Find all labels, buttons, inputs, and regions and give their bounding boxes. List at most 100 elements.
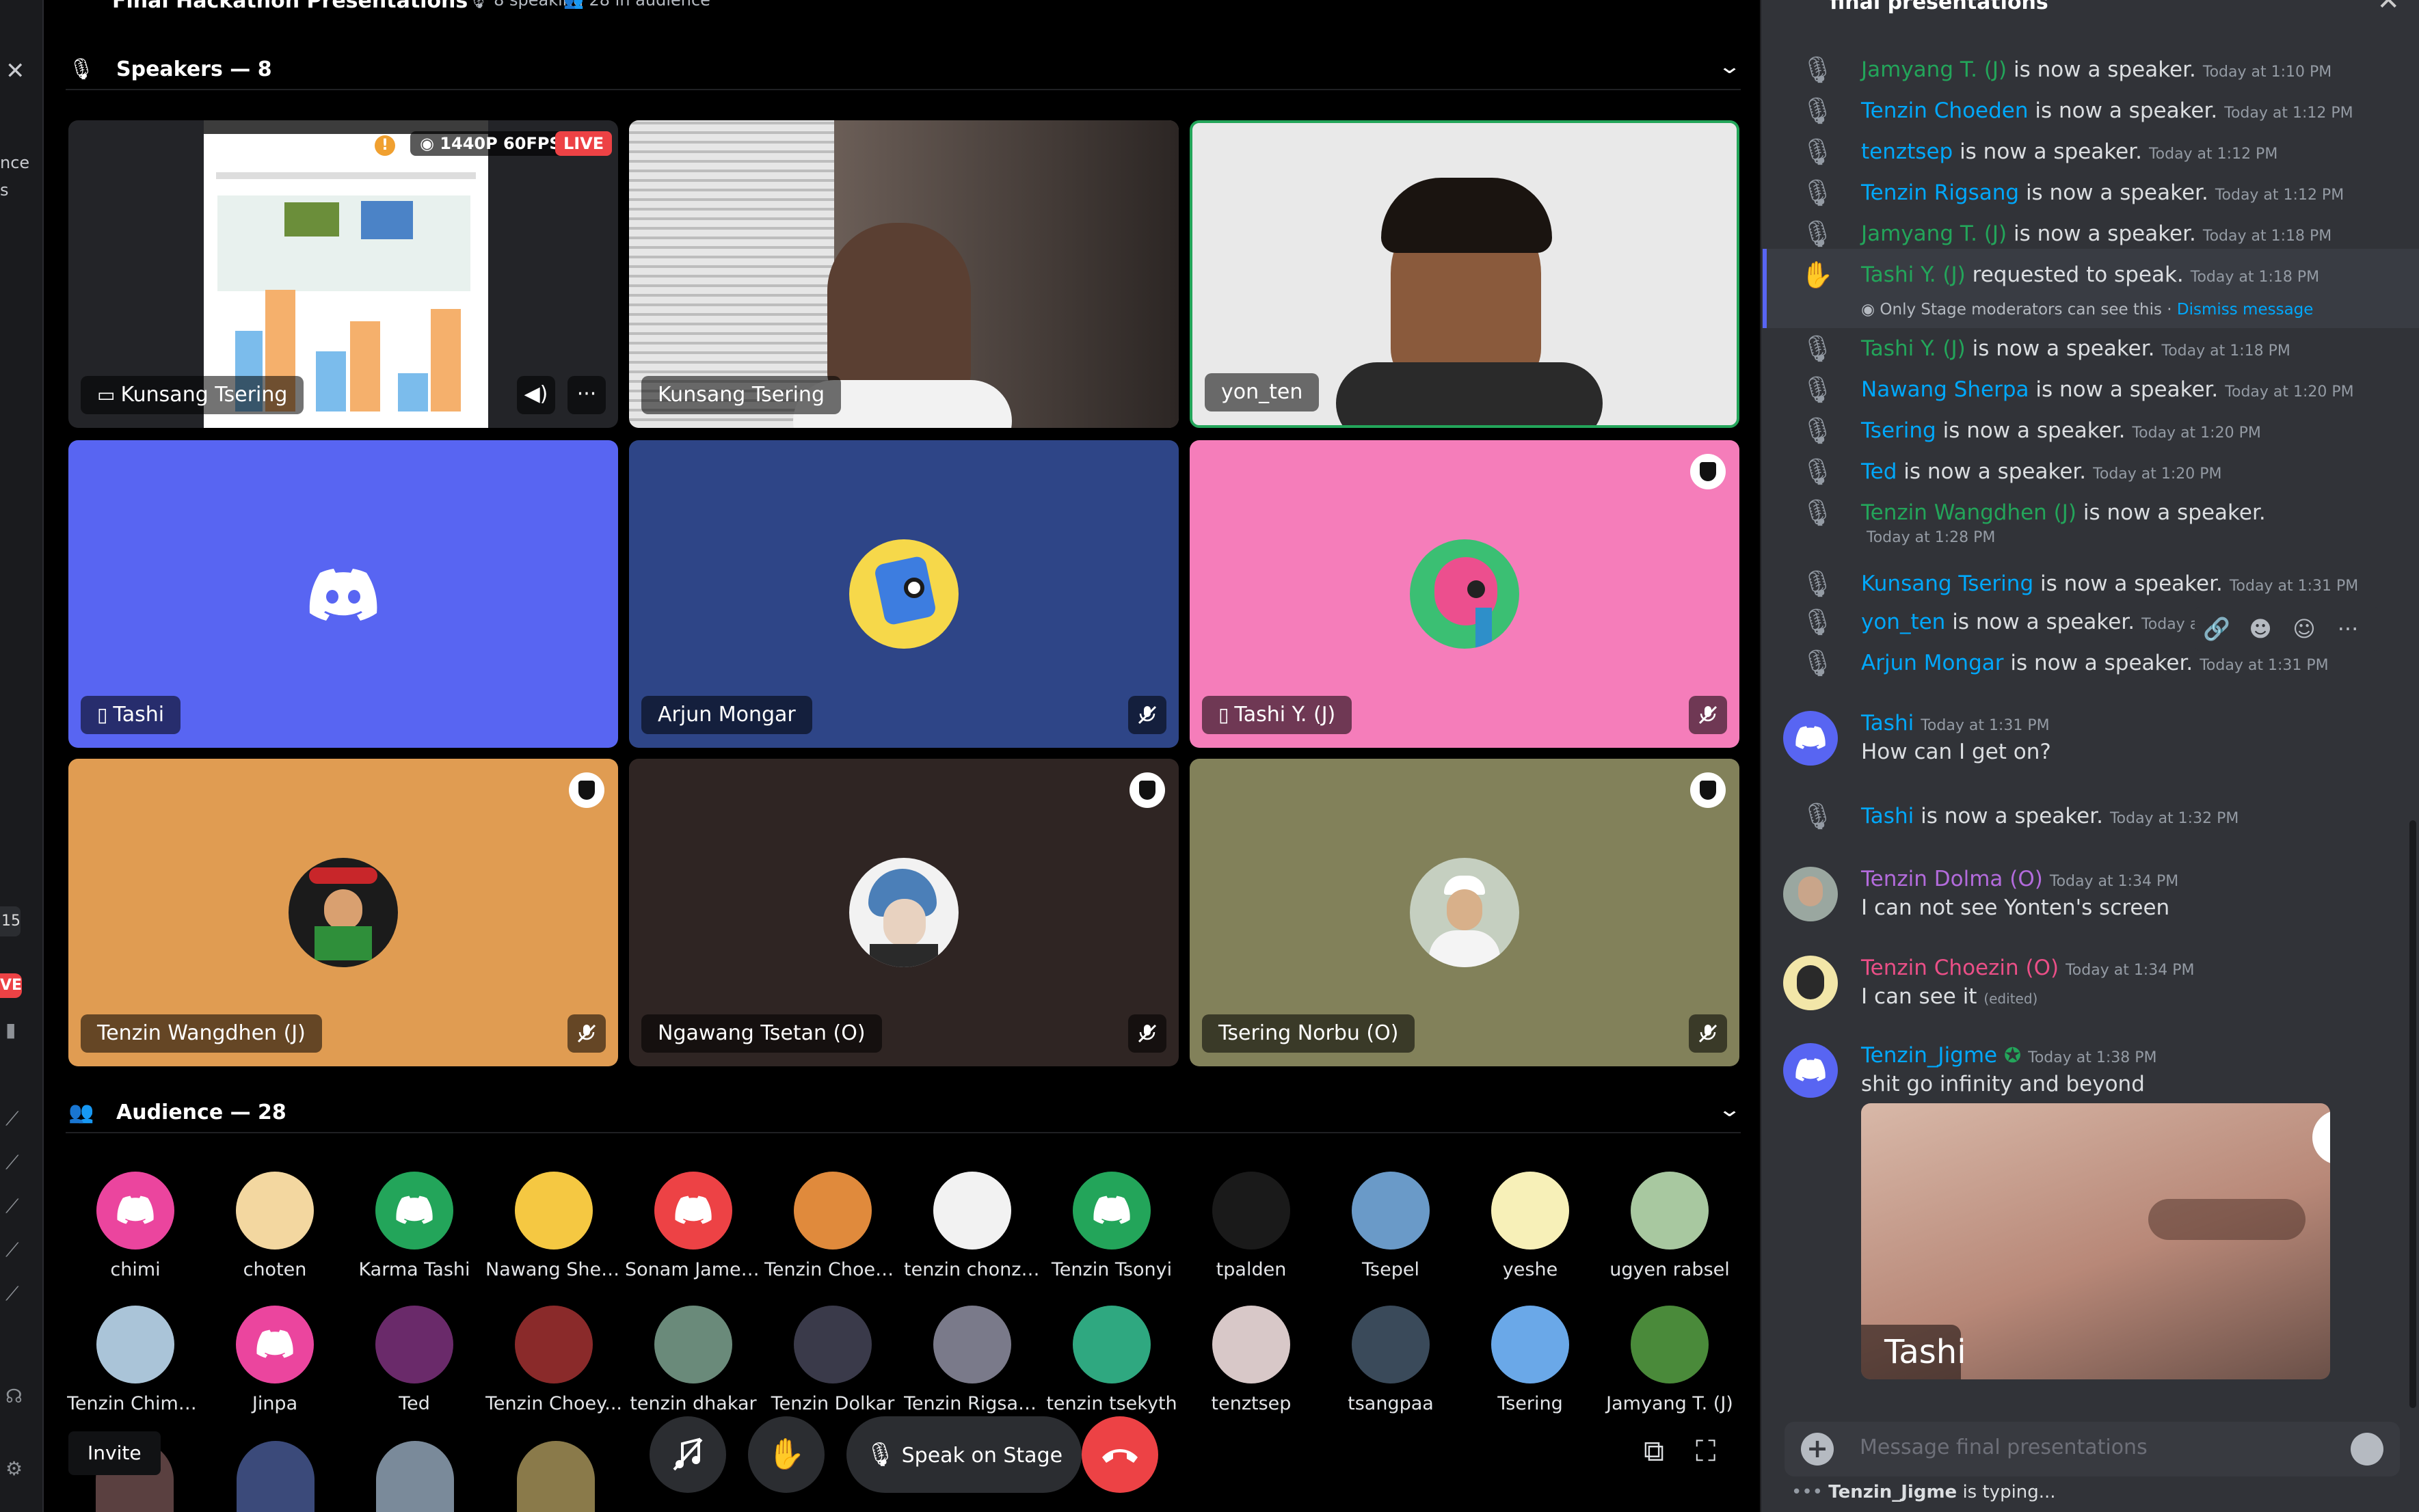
audience-member-name: tenzin chonzom xyxy=(904,1259,1041,1280)
audience-member[interactable]: Ted xyxy=(346,1306,483,1414)
chevron-down-icon[interactable]: ⌄ xyxy=(1718,55,1741,79)
audience-member[interactable]: Sonam James... xyxy=(625,1172,762,1280)
rail-text: nce s xyxy=(0,153,30,200)
screen-share-icon: ▭ xyxy=(97,383,116,406)
link-icon[interactable]: 🔗 xyxy=(2195,607,2238,651)
audience-member[interactable]: tenzin chonzom xyxy=(904,1172,1041,1280)
add-attachment-icon[interactable]: + xyxy=(1801,1433,1834,1466)
audience-member[interactable]: Tsering xyxy=(1462,1306,1599,1414)
close-icon[interactable]: ✕ xyxy=(2377,0,2400,14)
speaker-tile-tashi-y[interactable]: ▯ Tashi Y. (J) xyxy=(1190,440,1739,748)
avatar xyxy=(1410,539,1519,649)
speaker-tile-video[interactable]: Kunsang Tsering xyxy=(629,120,1179,428)
audience-count: 👥 28 in audience xyxy=(563,0,710,10)
mic-muted-icon[interactable]: ⟋ xyxy=(5,1282,19,1306)
raise-hand-button[interactable]: ✋ xyxy=(748,1416,825,1493)
audience-member-name: Tsering xyxy=(1497,1393,1563,1414)
speak-on-stage-button[interactable]: 🎙 Speak on Stage xyxy=(846,1416,1082,1493)
audience-member[interactable]: Tenzin Choey... xyxy=(485,1306,622,1414)
speakers-section-header[interactable]: 🎙 Speakers — 8 ⌄ xyxy=(66,49,1741,90)
speaker-tile-screenshare[interactable]: ! ◉ 1440P 60FPS LIVE ▭ Kunsang Tsering ◀)… xyxy=(68,120,618,428)
speaker-tile-tenzin-wangdhen[interactable]: Tenzin Wangdhen (J) xyxy=(68,759,618,1066)
mic-muted-icon xyxy=(567,1014,606,1053)
fullscreen-icon[interactable]: ⛶ xyxy=(1696,1434,1715,1468)
speaker-nametag: ▯ Tashi xyxy=(81,696,181,734)
audience-member[interactable]: Tenzin Tsonyi xyxy=(1043,1172,1180,1280)
close-icon[interactable]: ✕ xyxy=(5,57,25,85)
audience-section-header[interactable]: 👥 Audience — 28 ⌄ xyxy=(66,1092,1741,1133)
mic-muted-icon xyxy=(1689,1014,1727,1053)
person-video xyxy=(827,223,971,401)
audience-member[interactable]: Jinpa xyxy=(206,1306,343,1414)
camera-icon[interactable]: ▮ xyxy=(5,1018,16,1041)
speaker-tile-tsering-norbu[interactable]: Tsering Norbu (O) xyxy=(1190,759,1739,1066)
audience-member[interactable]: Tenzin Chime... xyxy=(67,1306,204,1414)
audience-member-name: Sonam James... xyxy=(625,1259,762,1280)
audience-member[interactable]: Karma Tashi xyxy=(346,1172,483,1280)
speaker-nametag: ▯ Tashi Y. (J) xyxy=(1202,696,1352,734)
audience-member[interactable]: tpalden xyxy=(1183,1172,1320,1280)
audience-member-name: Tsepel xyxy=(1362,1259,1419,1280)
audience-member[interactable]: tenzin dhakar xyxy=(625,1306,762,1414)
more-options-icon[interactable]: ··· xyxy=(2326,607,2370,651)
popout-icon[interactable]: ⧉ xyxy=(1644,1434,1664,1468)
audience-member[interactable]: Tenzin Dolkar xyxy=(764,1306,901,1414)
mic-muted-icon[interactable]: ⟋ xyxy=(5,1151,19,1174)
audience-member-name: tsangpaa xyxy=(1348,1393,1434,1414)
leave-stage-button[interactable] xyxy=(1082,1416,1158,1493)
audience-member[interactable]: Nawang Sherpa xyxy=(485,1172,622,1280)
add-reaction-icon[interactable]: ☻ xyxy=(2238,607,2282,651)
audience-member[interactable]: tenzin tsekyth xyxy=(1043,1306,1180,1414)
emoji-icon[interactable] xyxy=(2351,1433,2383,1466)
audience-member[interactable]: tenztsep xyxy=(1183,1306,1320,1414)
stage-speaker-icon: 🎙 xyxy=(1801,137,1834,167)
raise-hand-icon: ✋ xyxy=(1801,260,1834,290)
audience-member-name: Jinpa xyxy=(252,1393,298,1414)
audience-member[interactable]: Jamyang T. (J) xyxy=(1601,1306,1738,1414)
volume-icon[interactable]: ◀) xyxy=(517,376,555,414)
more-options-icon[interactable]: ··· xyxy=(567,376,606,414)
speaker-tile-arjun[interactable]: Arjun Mongar xyxy=(629,440,1179,748)
audience-member-name: Ted xyxy=(399,1393,430,1414)
headset-icon[interactable]: ☊ xyxy=(5,1385,23,1407)
mic-muted-icon[interactable]: ⟋ xyxy=(5,1107,19,1131)
chat-scrollbar[interactable] xyxy=(2409,820,2416,1408)
invite-button[interactable]: Invite xyxy=(68,1431,161,1475)
message-image-attachment[interactable]: Tashi xyxy=(1861,1103,2330,1379)
audience-avatar-partial[interactable] xyxy=(237,1441,315,1512)
live-badge: LIVE xyxy=(555,131,613,156)
audience-member[interactable]: yeshe xyxy=(1462,1172,1599,1280)
mic-muted-icon[interactable]: ⟋ xyxy=(5,1195,19,1218)
more-options-icon[interactable]: ··· xyxy=(1589,0,1615,14)
audience-member[interactable]: Tenzin Rigsang xyxy=(904,1306,1041,1414)
gear-icon[interactable]: ⚙ xyxy=(5,1457,23,1480)
message-input[interactable]: + Message final presentations xyxy=(1785,1422,2400,1476)
avatar xyxy=(849,858,959,967)
moderator-note: ◉ Only Stage moderators can see this · D… xyxy=(1861,301,2314,319)
chat-channel-name: final presentations xyxy=(1830,0,2048,14)
audience-avatar-partial[interactable] xyxy=(517,1441,595,1512)
speaker-tile-ngawang-tsetan[interactable]: Ngawang Tsetan (O) xyxy=(629,759,1179,1066)
audience-member[interactable]: tsangpaa xyxy=(1322,1306,1459,1414)
audience-member[interactable]: Tenzin Choeden xyxy=(764,1172,901,1280)
dismiss-message-link[interactable]: Dismiss message xyxy=(2177,301,2314,319)
mic-muted-icon[interactable]: ⟋ xyxy=(5,1239,19,1262)
audience-member-name: Karma Tashi xyxy=(358,1259,470,1280)
avatar xyxy=(375,1172,453,1250)
speaker-tile-video-speaking[interactable]: yon_ten xyxy=(1190,120,1739,428)
audience-member[interactable]: Tsepel xyxy=(1322,1172,1459,1280)
chevron-down-icon[interactable]: ⌄ xyxy=(1718,1098,1741,1122)
stage-speaker-icon: 🎙 xyxy=(1801,55,1834,85)
audience-member[interactable]: ugyen rabsel xyxy=(1601,1172,1738,1280)
audience-member[interactable]: choten xyxy=(206,1172,343,1280)
sound-muted-button[interactable] xyxy=(650,1416,726,1493)
emoji-icon[interactable]: ☺ xyxy=(2282,607,2326,651)
speaker-tile-tashi[interactable]: ▯ Tashi xyxy=(68,440,618,748)
audience-member[interactable]: chimi xyxy=(67,1172,204,1280)
audience-avatar-partial[interactable] xyxy=(376,1441,454,1512)
avatar xyxy=(1410,858,1519,967)
stage-speaker-icon: 🎙 xyxy=(1801,219,1834,249)
avatar xyxy=(1491,1306,1569,1383)
hang-up-icon xyxy=(1102,1449,1138,1463)
warning-icon: ! xyxy=(375,135,395,156)
